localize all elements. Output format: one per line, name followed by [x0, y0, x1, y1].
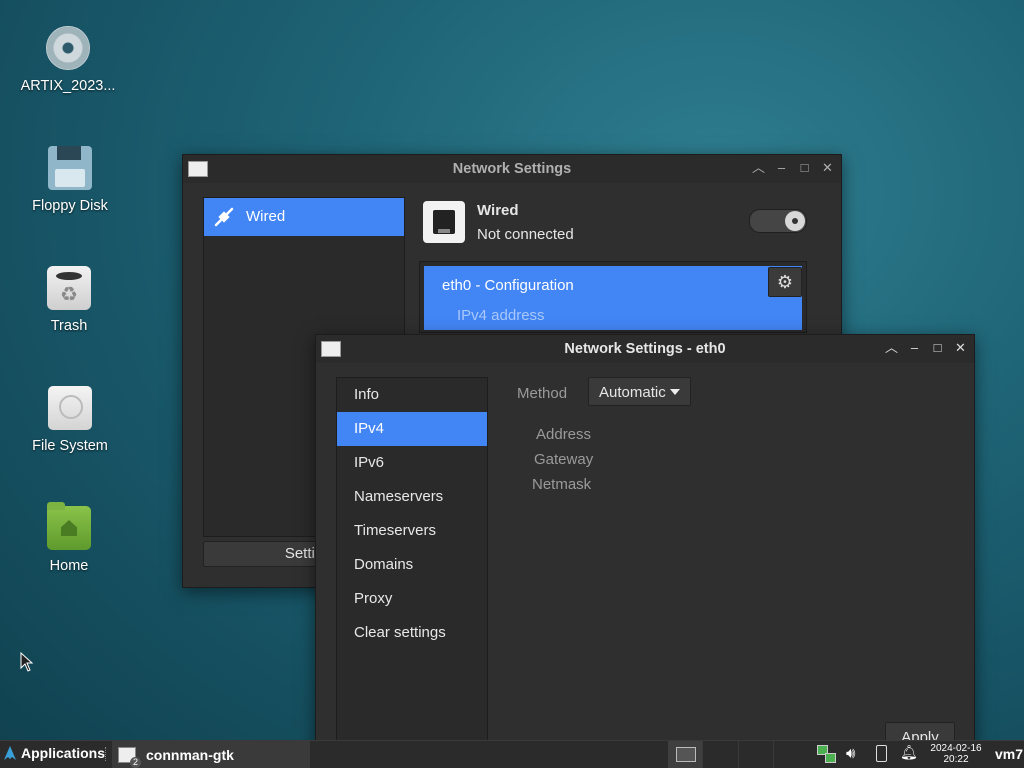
ethernet-icon [423, 201, 465, 243]
applications-menu-button[interactable]: Applications [3, 745, 105, 761]
task-connman-gtk[interactable]: 2 connman-gtk [112, 741, 310, 768]
floppy-icon [48, 146, 92, 190]
gateway-label: Gateway [534, 451, 594, 468]
desktop-icon-label: Trash [50, 318, 88, 334]
user-label[interactable]: vm7 [995, 746, 1023, 762]
nav-item-ipv6[interactable]: IPv6 [337, 446, 487, 480]
applications-label: Applications [21, 745, 106, 761]
nav-item-ipv4[interactable]: IPv4 [337, 412, 487, 446]
method-label: Method [517, 385, 568, 402]
close-button[interactable]: ✕ [820, 159, 835, 177]
clock[interactable]: 2024-02-16 20:22 [925, 743, 987, 765]
volume-icon[interactable]: 🔊︎ [846, 745, 855, 762]
nav-item-nameservers[interactable]: Nameservers [337, 480, 487, 514]
desktop-icon-label: Floppy Disk [32, 198, 108, 214]
service-name: Wired [477, 202, 519, 219]
desktop-icon-label: File System [32, 438, 108, 454]
minimize-button[interactable]: – [774, 159, 789, 177]
eth0-settings-window: Network Settings - eth0 ︿ – □ ✕ Info IPv… [315, 334, 975, 759]
workspace-1[interactable] [668, 741, 703, 768]
config-row[interactable]: eth0 - Configuration IPv4 address ⚙ [424, 266, 802, 330]
netmask-label: Netmask [532, 476, 592, 493]
wired-plug-icon [214, 207, 234, 227]
workspace-4[interactable] [772, 741, 808, 768]
desktop-icon-trash[interactable]: Trash [9, 266, 129, 334]
window-title: Network Settings - eth0 [564, 341, 726, 357]
desktop-icon-home[interactable]: Home [9, 502, 129, 574]
home-folder-icon [47, 502, 91, 550]
connection-toggle[interactable] [749, 209, 807, 233]
workspace-3[interactable] [737, 741, 773, 768]
service-status: Not connected [477, 226, 574, 243]
nav-item-info[interactable]: Info [337, 378, 487, 412]
mouse-pointer-icon [20, 652, 34, 672]
method-value: Automatic [599, 384, 666, 401]
clock-time: 20:22 [943, 754, 969, 765]
minimize-button[interactable]: – [907, 339, 922, 357]
nav-item-timeservers[interactable]: Timeservers [337, 514, 487, 548]
nav-item-clear-settings[interactable]: Clear settings [337, 616, 487, 650]
close-button[interactable]: ✕ [953, 339, 968, 357]
nav-item-domains[interactable]: Domains [337, 548, 487, 582]
desktop-icon-filesystem[interactable]: File System [10, 386, 130, 454]
cd-icon [46, 26, 90, 70]
taskbar: Applications 2 connman-gtk 🔊︎ 🔔︎ 2024-02… [0, 740, 1024, 768]
service-item-label: Wired [246, 208, 286, 225]
notification-bell-icon[interactable]: 🔔︎ [900, 744, 918, 761]
config-label: eth0 - Configuration [442, 277, 574, 294]
address-label: Address [536, 426, 592, 443]
network-status-icon[interactable] [817, 745, 837, 763]
window-icon: 2 [118, 746, 141, 768]
separator [105, 747, 108, 761]
config-panel: eth0 - Configuration IPv4 address ⚙ [419, 261, 807, 333]
titlebar[interactable]: Network Settings - eth0 ︿ – □ ✕ [316, 335, 974, 363]
task-count-badge: 2 [130, 756, 141, 768]
battery-icon[interactable] [876, 745, 887, 762]
clock-date: 2024-02-16 [930, 743, 982, 754]
settings-nav: Info IPv4 IPv6 Nameservers Timeservers D… [336, 377, 488, 759]
gear-icon[interactable]: ⚙ [768, 267, 802, 297]
method-dropdown[interactable]: Automatic [588, 377, 691, 406]
desktop-icon-label: ARTIX_2023... [20, 78, 116, 94]
maximize-button[interactable]: □ [930, 339, 945, 357]
titlebar[interactable]: Network Settings ︿ – □ ✕ [183, 155, 841, 183]
desktop-icon-floppy[interactable]: Floppy Disk [10, 146, 130, 214]
window-title: Network Settings [452, 161, 572, 177]
trash-icon [47, 266, 91, 310]
desktop-icon-artix[interactable]: ARTIX_2023... [8, 26, 128, 94]
shade-button[interactable]: ︿ [884, 339, 899, 357]
desktop-icon-label: Home [49, 558, 89, 574]
service-item-wired[interactable]: Wired [204, 198, 404, 236]
workspace-switcher[interactable] [668, 741, 808, 768]
maximize-button[interactable]: □ [797, 159, 812, 177]
config-sub-label: IPv4 address [457, 307, 545, 324]
task-label: connman-gtk [146, 746, 234, 763]
artix-logo-icon [4, 746, 16, 760]
drive-icon [48, 386, 92, 430]
chevron-down-icon [670, 389, 680, 395]
nav-item-proxy[interactable]: Proxy [337, 582, 487, 616]
workspace-2[interactable] [702, 741, 737, 768]
shade-button[interactable]: ︿ [751, 159, 766, 177]
